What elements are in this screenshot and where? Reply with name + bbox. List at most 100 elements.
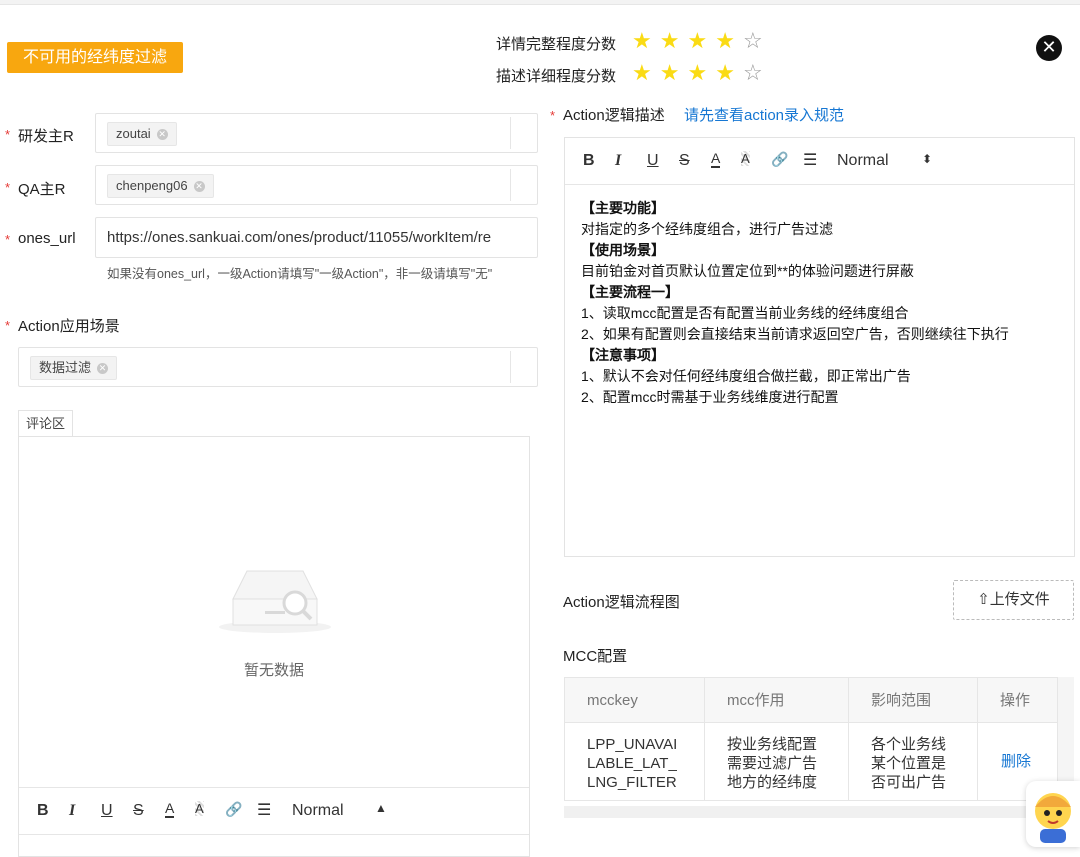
chip-label: chenpeng06: [116, 178, 188, 193]
ones-url-hint: 如果没有ones_url，一级Action请填写"一级Action"，非一级请填…: [107, 267, 493, 281]
empty-text: 暂无数据: [243, 662, 304, 679]
star-rating-completeness[interactable]: ★ ★ ★ ★ ☆: [632, 30, 763, 52]
cell-line: 否可出广告: [871, 774, 947, 791]
strike-button[interactable]: S: [679, 152, 690, 170]
rd-owner-chip: zoutai ✕: [107, 122, 177, 146]
editor-line: 【主要功能】: [581, 200, 665, 216]
editor-content[interactable]: 【主要功能】 对指定的多个经纬度组合，进行广告过滤 【使用场景】 目前铂金对首页…: [581, 198, 1061, 408]
italic-button[interactable]: I: [69, 802, 75, 820]
editor-line: 【使用场景】: [581, 242, 665, 258]
title-tag: 不可用的经纬度过滤: [7, 42, 183, 73]
required-mark: *: [550, 108, 556, 123]
star-filled-icon[interactable]: ★: [687, 60, 707, 85]
star-filled-icon[interactable]: ★: [687, 28, 707, 53]
link-icon[interactable]: 🔗: [771, 151, 788, 168]
ones-url-label: ones_url: [18, 230, 76, 247]
list-icon[interactable]: ☰: [803, 150, 817, 170]
link-icon[interactable]: 🔗: [225, 801, 242, 818]
underline-button[interactable]: U: [647, 152, 659, 170]
star-filled-icon[interactable]: ★: [632, 28, 652, 53]
underline-button[interactable]: U: [101, 802, 113, 820]
rd-owner-label: 研发主R: [18, 128, 74, 145]
upload-button[interactable]: ⇧上传文件: [953, 580, 1074, 620]
ones-url-input[interactable]: https://ones.sankuai.com/ones/product/11…: [95, 217, 538, 258]
cell-line: LABLE_LAT_: [587, 755, 677, 772]
italic-button[interactable]: I: [615, 152, 621, 170]
scene-chip: 数据过滤 ✕: [30, 356, 118, 380]
text-color-icon[interactable]: A: [165, 800, 175, 818]
cell-line: 地方的经纬度: [727, 774, 818, 791]
spec-link[interactable]: 请先查看action录入规范: [684, 104, 844, 125]
table-cell-effect: 按业务线配置 需要过滤广告 地方的经纬度: [705, 723, 849, 800]
star-empty-icon[interactable]: ☆: [743, 60, 763, 85]
assistant-avatar[interactable]: [1026, 781, 1080, 847]
text-color-icon[interactable]: A: [711, 150, 721, 168]
cell-line: 需要过滤广告: [727, 755, 818, 772]
top-bar: [0, 0, 1080, 5]
mcc-label: MCC配置: [563, 648, 628, 665]
qa-owner-select[interactable]: chenpeng06 ✕: [95, 165, 538, 205]
close-icon[interactable]: ✕: [1036, 35, 1062, 61]
select-handle[interactable]: [510, 169, 525, 201]
style-select[interactable]: Normal: [292, 802, 344, 820]
column-header: mcckey: [565, 678, 705, 723]
qa-owner-chip: chenpeng06 ✕: [107, 174, 214, 198]
bg-color-icon[interactable]: A: [741, 151, 750, 166]
dropdown-arrow-icon[interactable]: ▲: [375, 801, 387, 815]
star-filled-icon[interactable]: ★: [715, 60, 735, 85]
select-handle[interactable]: [510, 117, 525, 149]
qa-owner-label: QA主R: [18, 181, 66, 198]
star-filled-icon[interactable]: ★: [632, 60, 652, 85]
upload-icon: ⇧: [977, 591, 990, 608]
mascot-icon: [1035, 793, 1071, 843]
dropdown-arrow-icon[interactable]: ⬍: [922, 152, 932, 166]
editor-line: 目前铂金对首页默认位置定位到**的体验问题进行屏蔽: [581, 263, 914, 279]
cell-line: LPP_UNAVAI: [587, 736, 678, 753]
editor-toolbar: B I U S A A 🔗 ☰ Normal ⬍: [565, 138, 1074, 185]
action-desc-label: Action逻辑描述: [563, 107, 665, 124]
chip-label: zoutai: [116, 126, 151, 141]
star-empty-icon[interactable]: ☆: [743, 28, 763, 53]
style-select[interactable]: Normal: [837, 152, 889, 170]
table-cell-scope: 各个业务线 某个位置是 否可出广告: [849, 723, 978, 800]
column-header: mcc作用: [705, 678, 849, 723]
tab-comments[interactable]: 评论区: [18, 410, 73, 436]
required-mark: *: [5, 232, 11, 247]
rd-owner-select[interactable]: zoutai ✕: [95, 113, 538, 153]
table-cell-key: LPP_UNAVAI LABLE_LAT_ LNG_FILTER: [565, 723, 705, 800]
remove-chip-icon[interactable]: ✕: [156, 129, 168, 141]
remove-chip-icon[interactable]: ✕: [97, 363, 109, 375]
required-mark: *: [5, 180, 11, 195]
star-filled-icon[interactable]: ★: [715, 28, 735, 53]
editor-line: 对指定的多个经纬度组合，进行广告过滤: [581, 221, 833, 237]
column-header: 影响范围: [849, 678, 978, 723]
bold-button[interactable]: B: [37, 802, 49, 820]
bold-button[interactable]: B: [583, 152, 595, 170]
chip-label: 数据过滤: [39, 360, 92, 375]
flowchart-label: Action逻辑流程图: [563, 594, 680, 611]
editor-line: 2、如果有配置则会直接结束当前请求返回空广告，否则继续往下执行: [581, 326, 1009, 342]
required-mark: *: [5, 318, 11, 333]
list-icon[interactable]: ☰: [257, 800, 271, 820]
comments-panel: 暂无数据 B I U S A A 🔗 ☰ Normal ▲: [18, 436, 530, 857]
star-filled-icon[interactable]: ★: [660, 28, 680, 53]
star-rating-description[interactable]: ★ ★ ★ ★ ☆: [632, 62, 763, 84]
strike-button[interactable]: S: [133, 802, 144, 820]
bg-color-icon[interactable]: A: [195, 801, 204, 816]
cell-line: 各个业务线: [871, 736, 947, 753]
upload-label: 上传文件: [989, 591, 1050, 608]
comment-toolbar: B I U S A A 🔗 ☰ Normal ▲: [19, 787, 529, 835]
required-mark: *: [5, 127, 11, 142]
select-handle[interactable]: [510, 351, 525, 383]
cell-line: LNG_FILTER: [587, 774, 677, 791]
action-desc-editor[interactable]: B I U S A A 🔗 ☰ Normal ⬍ 【主要功能】 对指定的多个经纬…: [564, 137, 1075, 557]
scene-select[interactable]: 数据过滤 ✕: [18, 347, 538, 387]
remove-chip-icon[interactable]: ✕: [193, 181, 205, 193]
score-label-completeness: 详情完整程度分数: [496, 36, 617, 53]
star-filled-icon[interactable]: ★: [660, 60, 680, 85]
cell-line: 某个位置是: [871, 755, 947, 772]
horizontal-scrollbar[interactable]: [564, 806, 1074, 818]
column-header: 操作: [978, 678, 1057, 723]
cell-line: 按业务线配置: [727, 736, 818, 753]
ones-url-value: https://ones.sankuai.com/ones/product/11…: [107, 229, 492, 246]
